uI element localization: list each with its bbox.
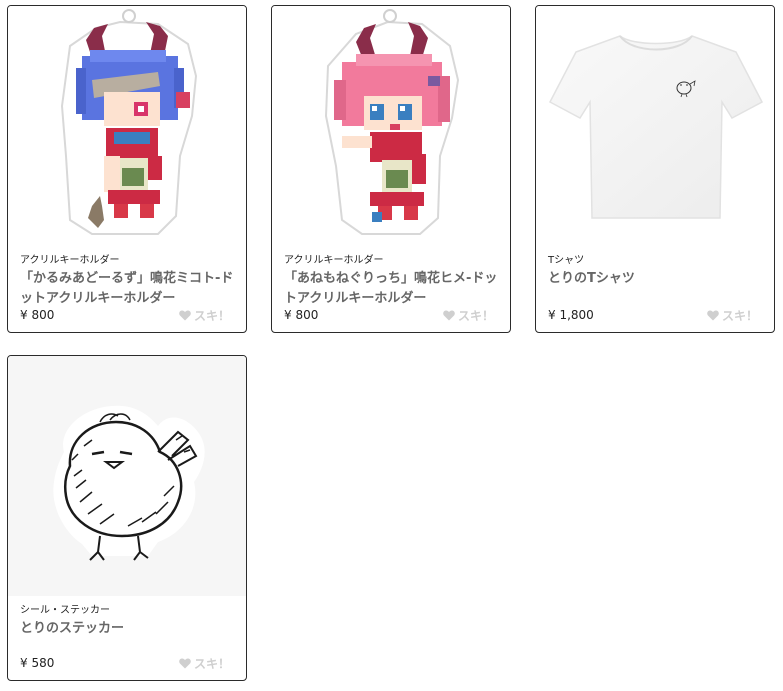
tshirt-icon xyxy=(548,35,764,219)
like-label: スキ！ xyxy=(193,308,230,323)
pixel-character-pink-icon xyxy=(324,9,460,235)
product-category: Tシャツ xyxy=(548,255,585,266)
product-title[interactable]: 「かるみあどーるず」鳴花ミコト-ドットアクリルキーホルダー xyxy=(20,269,234,309)
like-label: スキ！ xyxy=(721,308,758,323)
heart-icon xyxy=(443,309,455,320)
product-card[interactable]: Tシャツ とりのTシャツ ¥ 1,800 スキ！ xyxy=(535,5,775,333)
product-image-keychain-blue[interactable] xyxy=(8,6,246,246)
product-image-tshirt[interactable] xyxy=(536,6,774,246)
heart-icon xyxy=(179,309,191,320)
like-button[interactable]: スキ！ xyxy=(179,307,230,324)
heart-icon xyxy=(707,309,719,320)
like-label: スキ！ xyxy=(193,656,230,671)
product-card[interactable]: シール・ステッカー とりのステッカー ¥ 580 スキ！ xyxy=(7,355,247,681)
product-price: ¥ 1,800 xyxy=(548,308,594,322)
product-price: ¥ 800 xyxy=(284,308,319,322)
product-category: アクリルキーホルダー xyxy=(20,255,120,266)
product-category: シール・ステッカー xyxy=(20,605,110,616)
heart-icon xyxy=(179,657,191,668)
like-button[interactable]: スキ！ xyxy=(707,307,758,324)
like-button[interactable]: スキ！ xyxy=(179,655,230,672)
product-image-keychain-pink[interactable] xyxy=(272,6,510,246)
like-button[interactable]: スキ！ xyxy=(443,307,494,324)
product-grid: アクリルキーホルダー 「かるみあどーるず」鳴花ミコト-ドットアクリルキーホルダー… xyxy=(0,0,783,691)
pixel-character-blue-icon xyxy=(60,9,198,235)
product-price: ¥ 800 xyxy=(20,308,55,322)
product-card[interactable]: アクリルキーホルダー 「かるみあどーるず」鳴花ミコト-ドットアクリルキーホルダー… xyxy=(7,5,247,333)
product-category: アクリルキーホルダー xyxy=(284,255,384,266)
product-image-sticker[interactable] xyxy=(8,356,246,596)
product-price: ¥ 580 xyxy=(20,656,55,670)
product-title[interactable]: とりのTシャツ xyxy=(548,269,762,289)
product-title[interactable]: とりのステッカー xyxy=(20,619,234,639)
bird-drawing-icon xyxy=(53,405,205,561)
like-label: スキ！ xyxy=(457,308,494,323)
product-card[interactable]: アクリルキーホルダー 「あねもねぐりっち」鳴花ヒメ-ドットアクリルキーホルダー … xyxy=(271,5,511,333)
product-title[interactable]: 「あねもねぐりっち」鳴花ヒメ-ドットアクリルキーホルダー xyxy=(284,269,498,309)
